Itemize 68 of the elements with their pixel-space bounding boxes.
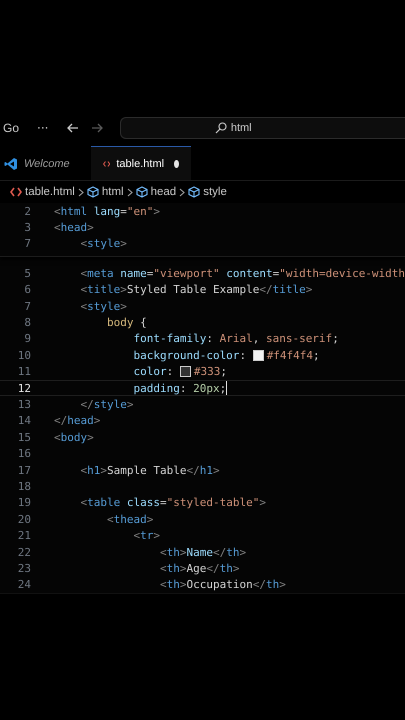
code-text: </head> <box>54 414 100 428</box>
editor-logo-icon <box>4 156 18 170</box>
line-number: 22 <box>16 546 31 558</box>
code-text: <tr> <box>132 529 160 542</box>
code-text: <th>Occupation</th> <box>158 578 286 592</box>
code-text: <style> <box>79 300 127 313</box>
line-number: 21 <box>16 529 31 542</box>
code-text: <table class="styled-table"> <box>79 496 266 510</box>
line-number: 7 <box>23 300 31 313</box>
line-number: 8 <box>23 316 31 330</box>
color-swatch-icon[interactable] <box>180 366 191 378</box>
cube-icon <box>188 186 200 198</box>
code-brackets-icon <box>10 187 22 197</box>
line-number: 19 <box>16 496 31 510</box>
code-text: <thead> <box>106 512 154 526</box>
code-text: #333; <box>194 365 227 378</box>
cube-icon <box>86 186 99 198</box>
line-number: 13 <box>16 398 31 411</box>
text-cursor <box>226 381 228 396</box>
code-text: #f4f4f4; <box>266 348 320 362</box>
code-text: padding: 20px; <box>132 382 226 395</box>
chevron-icon <box>78 188 84 196</box>
cube-icon <box>136 186 148 198</box>
code-text: <html lang="en"> <box>54 204 160 218</box>
line-number: 7 <box>23 237 31 250</box>
code-text: <style> <box>79 237 127 250</box>
breadcrumb-item[interactable]: style <box>203 186 227 198</box>
line-number: 12 <box>16 382 31 395</box>
line-number: 16 <box>16 447 31 460</box>
line-number: 14 <box>16 414 31 428</box>
code-brackets-icon <box>103 158 110 168</box>
code-text: <meta name="viewport" content="width=device-width <box>79 266 405 280</box>
editor-tab[interactable]: table.html <box>91 146 191 180</box>
line-number: 11 <box>16 365 31 378</box>
code-text: <h1>Sample Table</h1> <box>79 464 220 477</box>
line-number: 17 <box>16 464 31 477</box>
line-number: 24 <box>16 578 31 592</box>
more-menu[interactable]: ··· <box>37 121 48 135</box>
line-number: 15 <box>16 430 31 444</box>
line-number: 18 <box>16 480 31 493</box>
back-arrow-icon[interactable] <box>66 121 80 135</box>
line-number: 3 <box>23 221 31 234</box>
line-number: 10 <box>16 348 31 362</box>
breadcrumb-item[interactable]: head <box>150 186 176 198</box>
code-text: <title>Styled Table Example</title> <box>79 283 312 296</box>
line-number: 23 <box>16 562 31 575</box>
code-text: font-family: Arial, sans-serif; <box>132 332 339 346</box>
code-text: <th>Name</th> <box>158 546 246 558</box>
code-text: color: <box>132 365 174 378</box>
code-text: <th>Age</th> <box>158 562 240 575</box>
line-number: 5 <box>23 266 31 280</box>
color-swatch-icon[interactable] <box>252 350 264 361</box>
search-icon <box>214 122 227 134</box>
line-number: 2 <box>23 204 31 218</box>
code-text: </style> <box>79 398 134 411</box>
code-text: body { <box>106 316 147 330</box>
chevron-icon <box>179 188 186 196</box>
code-text: <head> <box>54 221 94 234</box>
breadcrumb-item[interactable]: table.html <box>25 186 75 198</box>
chevron-icon <box>126 188 133 196</box>
breadcrumb-item[interactable]: html <box>102 186 124 198</box>
line-number: 20 <box>16 512 31 526</box>
code-text: <body> <box>54 430 94 444</box>
search-field[interactable]: html <box>120 117 405 139</box>
code-text: background-color: <box>132 348 248 362</box>
line-number: 9 <box>23 332 31 346</box>
line-number: 6 <box>23 283 31 296</box>
go-menu[interactable]: Go <box>3 121 20 135</box>
